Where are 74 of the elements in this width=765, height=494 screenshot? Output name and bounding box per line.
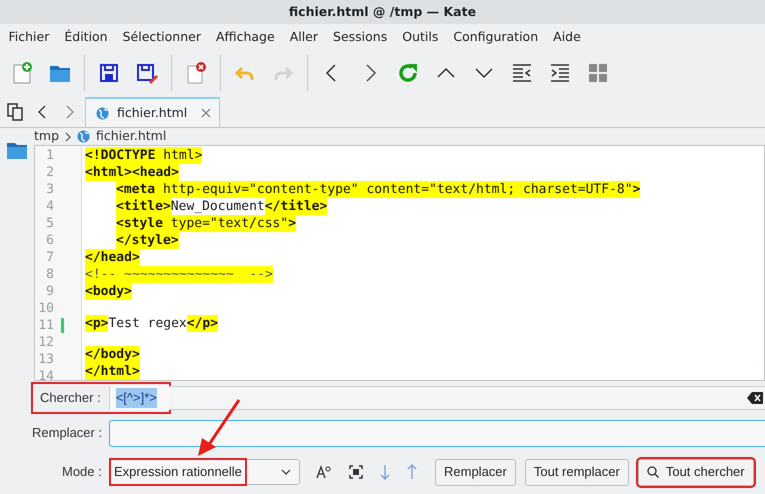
code-text: </body> [85,346,140,363]
save-icon[interactable] [97,61,121,85]
code-text: html> [155,147,202,164]
code-text: New_Document [170,198,265,215]
documents-icon[interactable] [7,103,23,121]
code-text: <html><head> [85,164,179,181]
globe-icon [77,130,90,143]
caret-icon [281,469,291,475]
mode-dropdown[interactable]: Expression rationnelle [110,459,300,485]
code-text: <!DOCTYPE [85,147,156,164]
search-icon [646,466,659,478]
menu-item[interactable]: Configuration [446,28,546,46]
folder-icon[interactable] [6,142,28,160]
close-icon[interactable] [201,108,212,118]
code-text: http-equiv="content-type" content="text/html; charset=UTF-8" [155,181,633,198]
code-text: <meta [116,181,156,198]
field-label: Chercher : [40,389,101,408]
menu-item[interactable]: Sélectionner [115,28,208,46]
field-label: Mode : [62,463,103,482]
match-case-icon[interactable] [316,465,332,479]
line-number: 2 [45,164,54,181]
field-label: Remplacer : [32,424,104,442]
menu-item[interactable]: Outils [394,28,446,46]
reload-icon[interactable] [396,61,420,85]
code-text: <p> [85,314,108,332]
code-text: Test regex [108,314,187,332]
clear-icon[interactable] [747,392,763,404]
selection-icon[interactable] [349,465,363,479]
code-text: </html> [85,363,140,380]
annotation-arrow [196,398,242,458]
menu-item[interactable]: Sessions [326,28,395,46]
action-button[interactable]: Tout remplacer [524,458,629,486]
line-number: 11 [37,317,54,334]
grid-icon[interactable] [586,61,610,85]
code-text: </head> [85,249,140,266]
code-text: <style [116,215,163,232]
code-text: </p> [186,314,218,332]
window-title: fichier.html @ /tmp — Kate [288,2,476,21]
line-number: 10 [37,300,54,317]
save-as-icon[interactable] [135,61,159,85]
line-number: 14 [37,368,54,380]
search-field[interactable]: <[^>]*> [108,386,169,410]
breadcrumb-item[interactable]: fichier.html [96,127,166,146]
replace-field[interactable] [109,420,765,446]
menu-item[interactable]: Édition [56,28,116,46]
code-text: </style> [116,232,179,249]
line-number: 3 [45,181,54,198]
chevron-right-icon[interactable] [65,105,75,119]
action-button[interactable]: Remplacer [435,458,516,486]
action-button[interactable]: Tout chercher [638,458,754,486]
code-text: <title> [116,198,171,215]
menu-item[interactable]: Fichier [1,28,57,46]
code-text: > [288,215,296,232]
code-text: type="text/css" [162,215,288,232]
code-text: <!-- ~~~~~~~~~~~~~~ --> [85,266,273,283]
line-number: 13 [37,351,54,368]
menu-item[interactable]: Aide [546,28,588,46]
chevron-left-icon[interactable] [37,105,47,119]
globe-icon [96,106,109,120]
menu-item[interactable]: Affichage [208,28,282,46]
line-number: 9 [45,283,54,300]
line-number: 12 [37,334,54,351]
code-text: <body> [85,283,132,300]
breadcrumb-item[interactable]: tmp [34,127,60,146]
file-tab[interactable]: fichier.html [85,97,220,127]
code-text: </title> [264,198,328,215]
line-number: 5 [45,215,54,232]
line-number: 4 [45,198,54,215]
line-number: 6 [45,232,54,249]
line-number: 7 [45,249,54,266]
menu-item[interactable]: Aller [282,28,326,46]
line-number: 8 [45,266,54,283]
line-number: 1 [45,147,54,164]
chevron-right-icon [65,132,72,142]
